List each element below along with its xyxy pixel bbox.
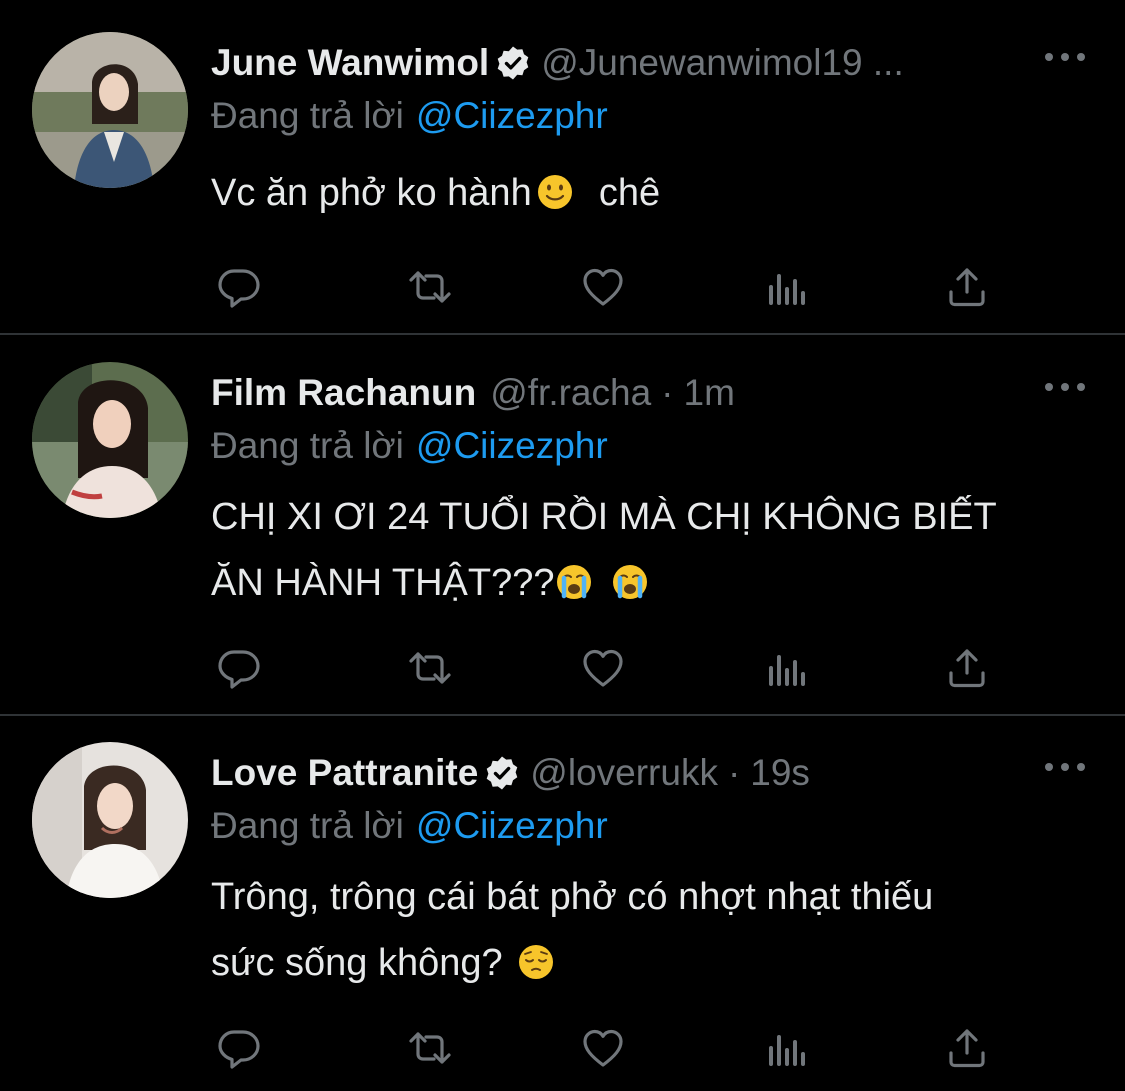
reply-icon[interactable] <box>213 1023 263 1073</box>
replying-to: Đang trả lời @Ciizezphr <box>211 800 1085 852</box>
tweet-text-line: CHỊ XI ƠI 24 TUỔI RỒI MÀ CHỊ KHÔNG BIẾT <box>211 496 997 538</box>
like-icon[interactable] <box>578 262 628 312</box>
replying-to-label: Đang trả lời <box>211 805 404 846</box>
pensive-face-icon <box>517 943 555 981</box>
more-options-icon[interactable] <box>1045 42 1085 72</box>
tweet-text: Vc ăn phở ko hành chê <box>211 162 1085 224</box>
replying-to-label: Đang trả lời <box>211 425 404 466</box>
tweet-text-content: ĂN HÀNH THẬT??? <box>211 562 555 604</box>
display-name[interactable]: Love Pattranite <box>211 752 478 794</box>
tweet-love-pattranite[interactable]: Love Pattranite @loverrukk · 19s Đang tr… <box>0 716 1125 1091</box>
more-options-icon[interactable] <box>1045 372 1085 402</box>
verified-badge-icon <box>484 755 520 791</box>
tweet-header: June Wanwimol @Junewanwimol19 ... <box>211 36 1085 90</box>
loudly-crying-face-icon <box>611 563 649 601</box>
views-icon[interactable] <box>761 643 811 693</box>
replying-to-label: Đang trả lời <box>211 95 404 136</box>
tweet-june-wanwimol[interactable]: June Wanwimol @Junewanwimol19 ... Đang t… <box>0 0 1125 334</box>
tweet-actions <box>211 1023 991 1073</box>
tweet-text-line: Trông, trông cái bát phở có nhợt nhạt th… <box>211 876 934 918</box>
tweet-text-line-2: ĂN HÀNH THẬT??? <box>211 552 1085 614</box>
retweet-icon[interactable] <box>405 643 455 693</box>
mention-link[interactable]: @Ciizezphr <box>416 805 608 846</box>
tweet-text-suffix: chê <box>598 172 661 214</box>
retweet-icon[interactable] <box>405 262 455 312</box>
tweet-text: Trông, trông cái bát phở có nhợt nhạt th… <box>211 866 1085 994</box>
tweet-time[interactable]: 19s <box>750 752 810 794</box>
mention-link[interactable]: @Ciizezphr <box>416 425 608 466</box>
avatar-june-wanwimol[interactable] <box>32 32 188 188</box>
tweet-film-rachanun[interactable]: Film Rachanun @fr.racha · 1m Đang trả lờ… <box>0 336 1125 716</box>
reply-icon[interactable] <box>213 643 263 693</box>
tweet-actions <box>211 643 991 693</box>
share-icon[interactable] <box>942 643 992 693</box>
avatar-film-rachanun[interactable] <box>32 362 188 518</box>
separator-dot: · <box>727 752 741 793</box>
replying-to: Đang trả lời @Ciizezphr <box>211 90 1085 142</box>
tweet-actions <box>211 262 991 312</box>
share-icon[interactable] <box>942 262 992 312</box>
tweet-text-line: Vc ăn phở ko hành <box>211 172 532 214</box>
share-icon[interactable] <box>942 1023 992 1073</box>
loudly-crying-face-icon <box>555 563 593 601</box>
separator-dot: · <box>661 372 674 413</box>
replying-to: Đang trả lời @Ciizezphr <box>211 420 1085 472</box>
user-handle[interactable]: @fr.racha <box>490 372 651 414</box>
display-name[interactable]: June Wanwimol <box>211 42 489 84</box>
like-icon[interactable] <box>578 1023 628 1073</box>
avatar-love-pattranite[interactable] <box>32 742 188 898</box>
more-options-icon[interactable] <box>1045 752 1085 782</box>
views-icon[interactable] <box>761 262 811 312</box>
mention-link[interactable]: @Ciizezphr <box>416 95 608 136</box>
tweet-header: Film Rachanun @fr.racha · 1m <box>211 366 1085 420</box>
user-handle[interactable]: @Junewanwimol19 ... <box>541 42 904 84</box>
tweet-text-line-2: sức sống không? <box>211 932 1085 994</box>
like-icon[interactable] <box>578 643 628 693</box>
tweet-divider <box>0 333 1125 335</box>
tweet-text-content: sức sống không? <box>211 942 503 984</box>
reply-icon[interactable] <box>213 262 263 312</box>
views-icon[interactable] <box>761 1023 811 1073</box>
slightly-smiling-face-icon <box>536 173 574 211</box>
verified-badge-icon <box>495 45 531 81</box>
tweet-time[interactable]: 1m <box>684 372 735 414</box>
display-name[interactable]: Film Rachanun <box>211 372 476 414</box>
tweet-text: CHỊ XI ƠI 24 TUỔI RỒI MÀ CHỊ KHÔNG BIẾT … <box>211 486 1085 614</box>
user-handle[interactable]: @loverrukk <box>530 752 718 794</box>
tweet-header: Love Pattranite @loverrukk · 19s <box>211 746 1085 800</box>
retweet-icon[interactable] <box>405 1023 455 1073</box>
